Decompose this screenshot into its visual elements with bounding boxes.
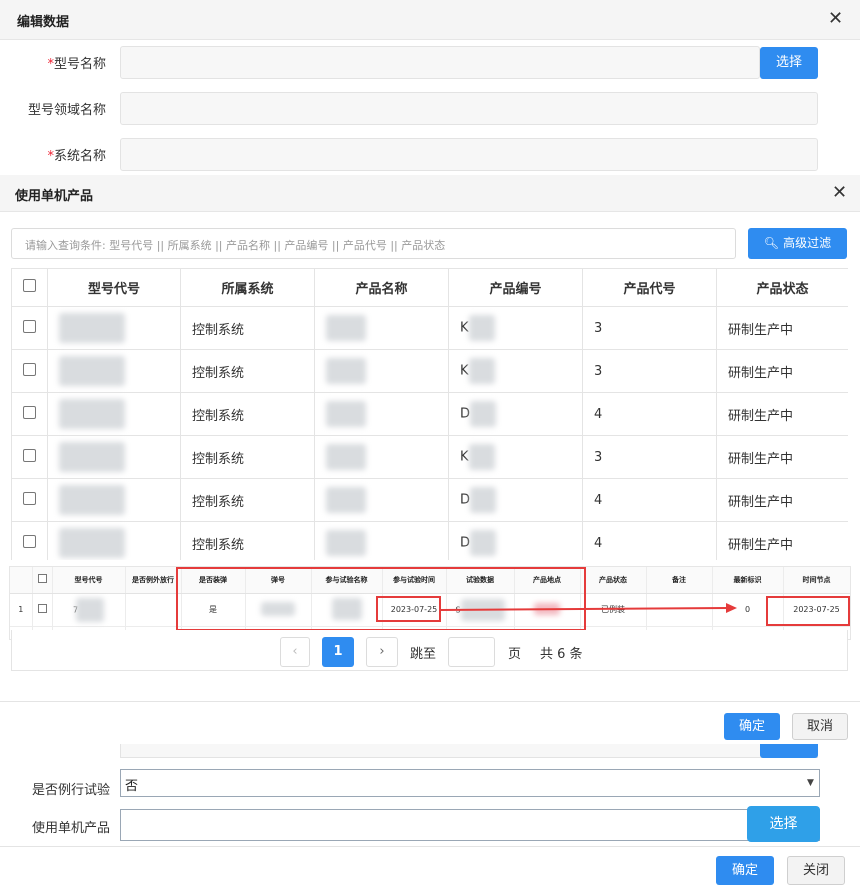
next-page-button[interactable]: › xyxy=(366,637,398,667)
single-product-label: 使用单机产品 xyxy=(31,821,110,836)
routine-test-select[interactable]: 否 ▼ xyxy=(120,769,820,797)
page-unit-label: 页 xyxy=(508,647,522,662)
annotation-arrow-icon xyxy=(440,603,737,613)
product-dialog-footer-divider xyxy=(0,701,860,702)
product-cancel-button[interactable]: 取消 xyxy=(792,713,848,740)
single-product-input[interactable] xyxy=(120,809,820,841)
jump-label: 跳至 xyxy=(410,647,437,662)
partial-button-behind xyxy=(760,744,818,758)
page-button-current[interactable]: 1 xyxy=(322,637,354,667)
routine-test-label: 是否例行试验 xyxy=(31,783,110,798)
prev-page-button[interactable]: ‹ xyxy=(280,637,310,667)
dropdown-arrow-icon[interactable]: ▼ xyxy=(807,778,814,788)
edit-dialog-footer-divider xyxy=(0,846,860,847)
jump-page-input[interactable] xyxy=(448,637,495,667)
product-confirm-button[interactable]: 确定 xyxy=(724,713,780,740)
total-count-label: 共 6 条 xyxy=(540,647,583,662)
single-product-select-button[interactable]: 选择 xyxy=(747,806,820,842)
chevron-right-icon: › xyxy=(379,644,385,659)
chevron-left-icon: ‹ xyxy=(292,644,298,659)
edit-close-button[interactable]: 关闭 xyxy=(787,856,845,885)
partial-input-behind xyxy=(120,744,818,758)
routine-test-value: 否 xyxy=(125,779,139,794)
edit-confirm-button[interactable]: 确定 xyxy=(716,856,774,885)
